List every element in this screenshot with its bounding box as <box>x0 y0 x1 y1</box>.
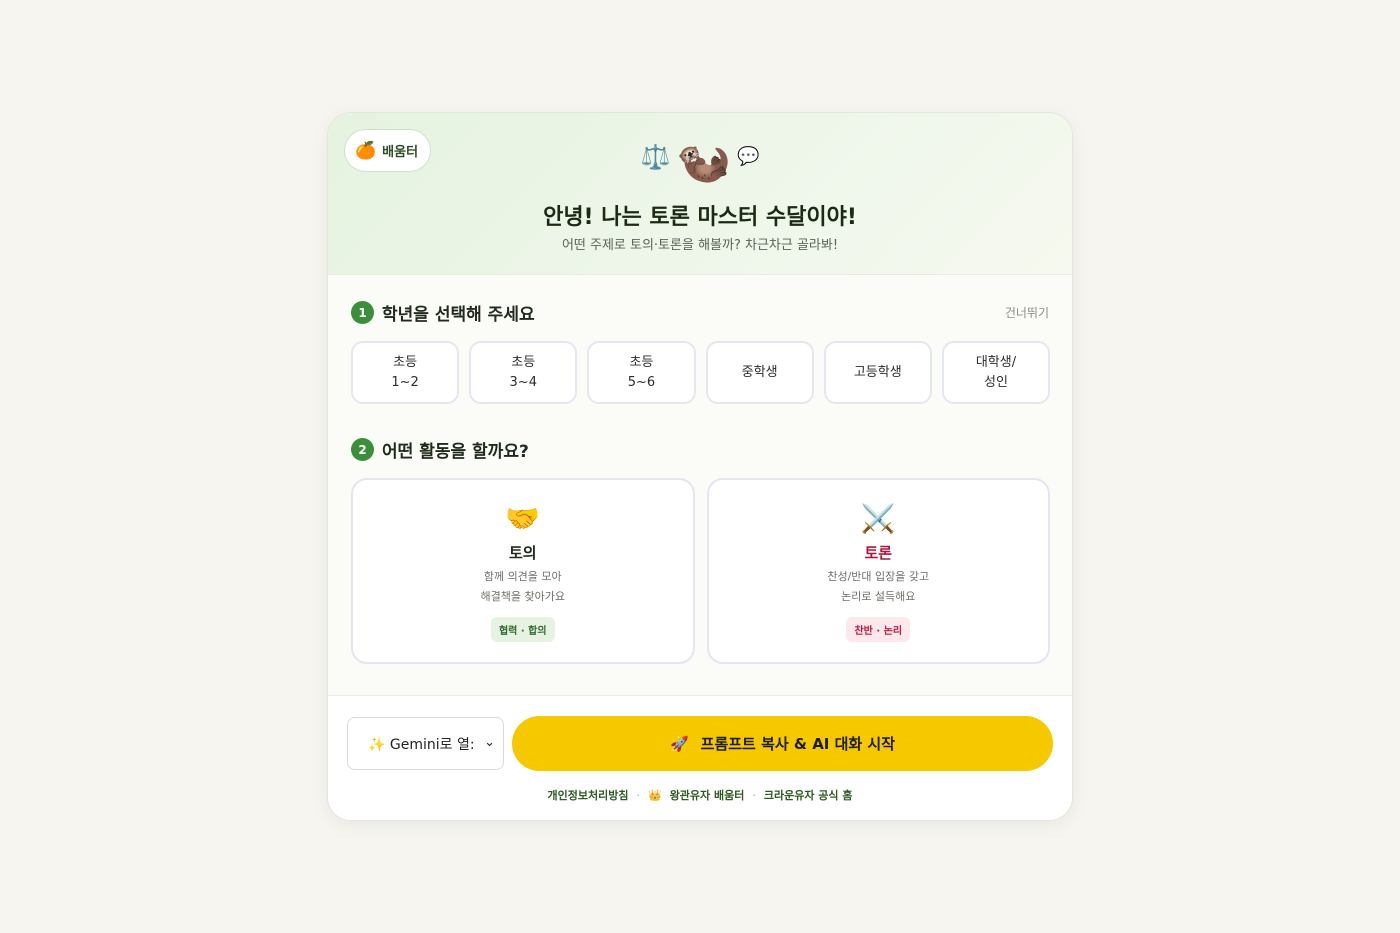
grade-option-adult[interactable]: 대학생/ 성인 <box>941 341 1051 404</box>
grade-option-elem-3-4[interactable]: 초등 3~4 <box>469 341 578 404</box>
crossed-swords-icon: ⚔️ <box>860 502 896 535</box>
activity-description: 찬성/반대 입장을 갖고 논리로 설득해요 <box>827 570 930 603</box>
chevron-down-icon: ⌄ <box>484 735 495 750</box>
activity-description: 함께 의견을 모아 해결책을 찾아가요 <box>480 570 565 603</box>
step1-heading: 1 학년을 선택해 주세요 <box>351 300 535 325</box>
step2-number: 2 <box>351 438 374 461</box>
step1-title: 학년을 선택해 주세요 <box>382 305 535 325</box>
grade-option-elem-5-6[interactable]: 초등 5~6 <box>587 341 696 404</box>
ai-provider-value: ✨ Gemini로 열: <box>368 736 475 753</box>
mascot-row: ⚖️ 🦦 💬 <box>328 135 1072 187</box>
speech-bubble-icon: 💬 <box>737 146 760 167</box>
grade-option-high[interactable]: 고등학생 <box>823 341 932 404</box>
otter-icon: 🦦 <box>676 136 732 187</box>
step1-number: 1 <box>351 301 374 324</box>
activity-tag: 찬반 · 논리 <box>846 617 911 642</box>
skip-link[interactable]: 건너뛰기 <box>1005 304 1049 321</box>
rocket-icon: 🚀 <box>669 734 689 753</box>
separator: · <box>752 788 756 802</box>
hero-header: 🍊 배움터 ⚖️ 🦦 💬 안녕! 나는 토론 마스터 수달이야! 어떤 주제로 … <box>328 113 1072 275</box>
action-footer: ✨ Gemini로 열: ⌄ 🚀 프롬프트 복사 & AI 대화 시작 개인정보… <box>328 695 1072 820</box>
activity-tag: 협력 · 합의 <box>490 617 555 642</box>
activity-name: 토론 <box>864 544 893 562</box>
grade-option-middle[interactable]: 중학생 <box>705 341 814 404</box>
separator: · <box>636 788 640 802</box>
grade-options: 초등 1~2 초등 3~4 초등 5~6 중학생 고등학생 대학생/ 성인 <box>351 341 1051 404</box>
cta-label: 프롬프트 복사 & AI 대화 시작 <box>700 735 896 753</box>
activity-name: 토의 <box>508 544 537 562</box>
crown-yuja-home-link[interactable]: 크라운유자 공식 홈 <box>764 787 853 803</box>
scales-icon: ⚖️ <box>640 143 671 171</box>
handshake-icon: 🤝 <box>505 502 541 535</box>
activity-card-discussion[interactable]: 🤝 토의 함께 의견을 모아 해결책을 찾아가요 협력 · 합의 <box>351 478 695 664</box>
activity-options: 🤝 토의 함께 의견을 모아 해결책을 찾아가요 협력 · 합의 ⚔️ 토론 찬… <box>351 478 1050 664</box>
page-subtitle: 어떤 주제로 토의·토론을 해볼까? 차근차근 골라봐! <box>561 238 839 253</box>
footer-links: 개인정보처리방침 · 👑 왕관유자 배움터 · 크라운유자 공식 홈 <box>328 787 1072 803</box>
grade-option-elem-1-2[interactable]: 초등 1~2 <box>351 341 460 404</box>
main-card: 🍊 배움터 ⚖️ 🦦 💬 안녕! 나는 토론 마스터 수달이야! 어떤 주제로 … <box>327 112 1073 821</box>
step2-title: 어떤 활동을 할까요? <box>382 442 529 462</box>
copy-prompt-start-button[interactable]: 🚀 프롬프트 복사 & AI 대화 시작 <box>512 716 1053 771</box>
privacy-policy-link[interactable]: 개인정보처리방침 <box>548 787 629 803</box>
activity-card-debate[interactable]: ⚔️ 토론 찬성/반대 입장을 갖고 논리로 설득해요 찬반 · 논리 <box>706 478 1050 664</box>
page-title: 안녕! 나는 토론 마스터 수달이야! <box>543 205 857 230</box>
crown-icon: 👑 <box>647 788 662 802</box>
step2-heading: 2 어떤 활동을 할까요? <box>351 437 529 462</box>
ai-provider-select[interactable]: ✨ Gemini로 열: ⌄ <box>347 717 504 770</box>
royal-yuja-link[interactable]: 왕관유자 배움터 <box>670 787 745 803</box>
